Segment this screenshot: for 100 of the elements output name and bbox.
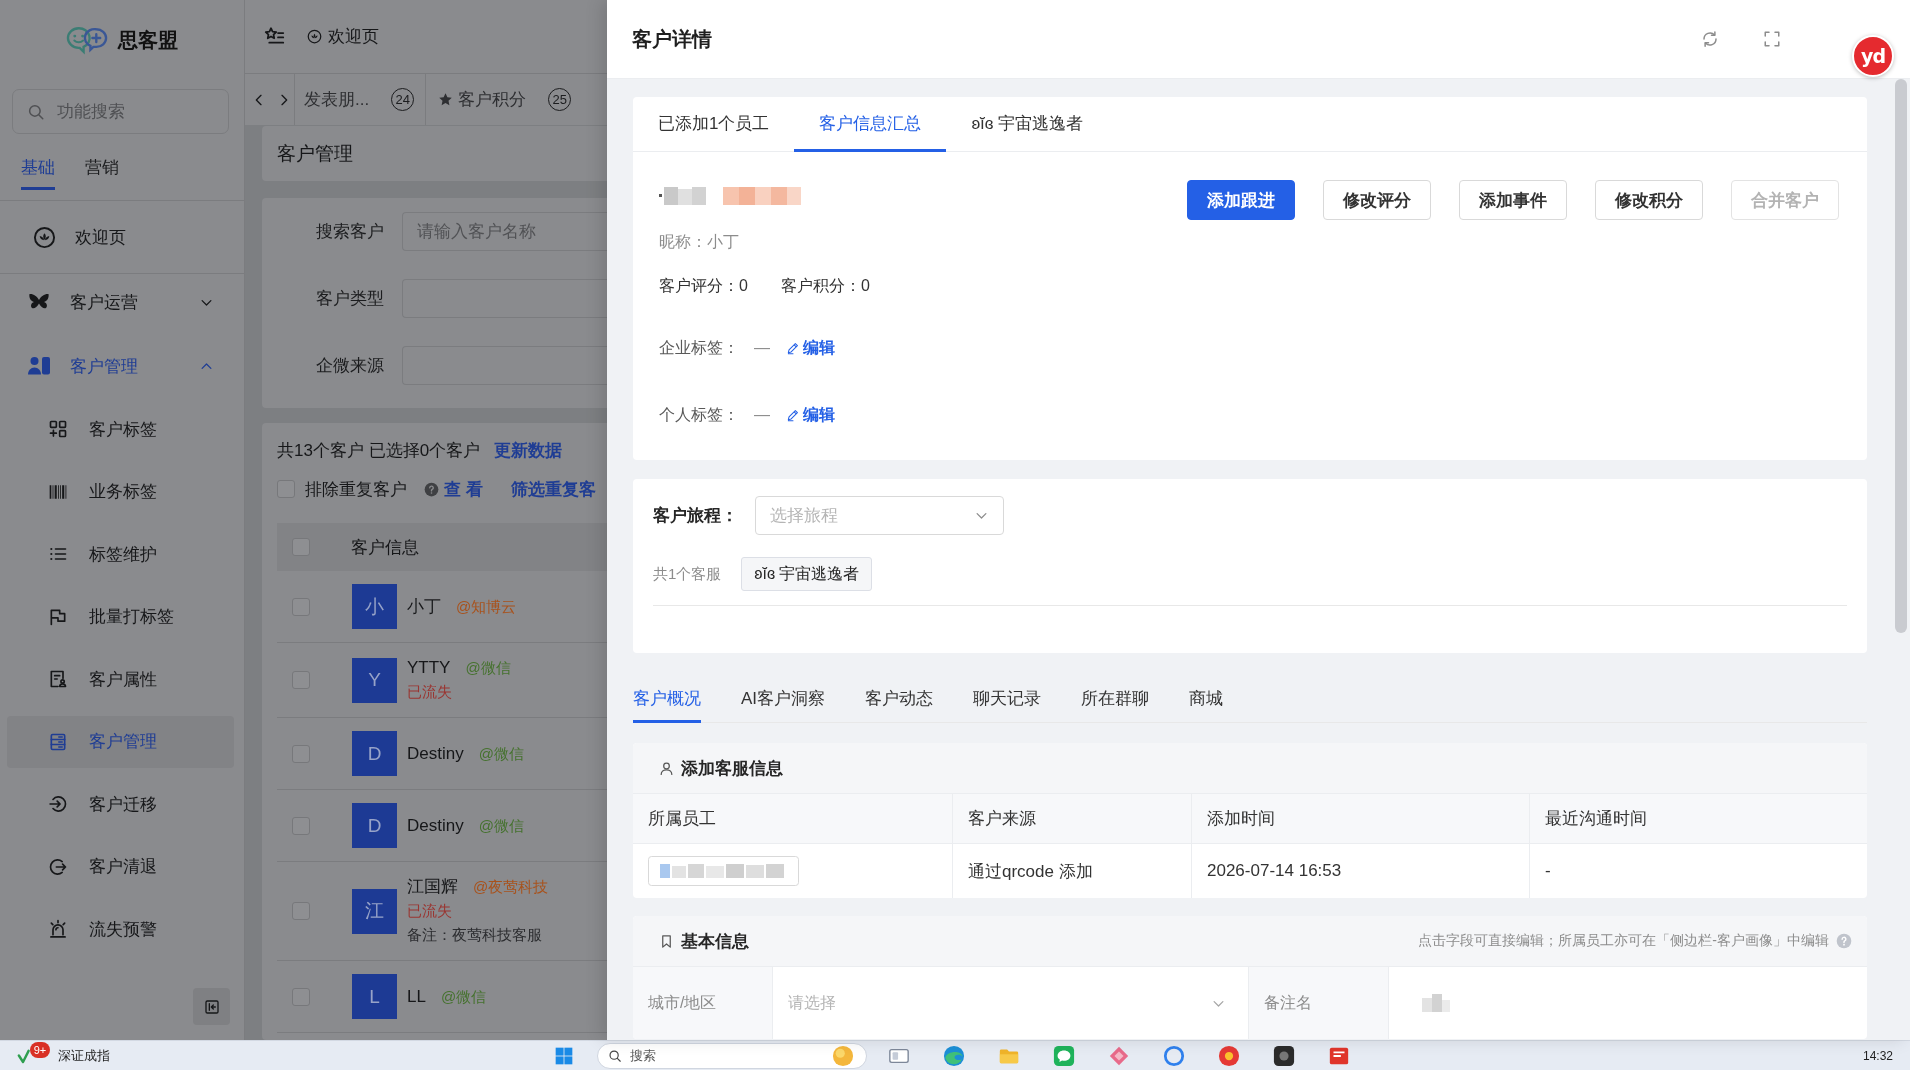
- star-icon: [438, 92, 454, 107]
- app-icon[interactable]: [1273, 1044, 1295, 1067]
- sidebar-tab[interactable]: 基础: [21, 156, 55, 190]
- menu-item[interactable]: 客户标签: [7, 403, 234, 456]
- table-cell: 通过qrcode 添加: [953, 844, 1192, 898]
- sidebar-tab[interactable]: 营销: [85, 156, 119, 190]
- fullscreen-icon[interactable]: [1763, 30, 1781, 48]
- customer-name: YTTY: [407, 657, 451, 679]
- collapse-button[interactable]: [193, 988, 230, 1025]
- refresh-icon[interactable]: [1701, 30, 1719, 48]
- tab[interactable]: ʚĭɞ 宇宙逃逸者: [946, 97, 1109, 152]
- bookmark-icon: [659, 933, 674, 949]
- source-tag: @微信: [440, 984, 487, 1009]
- staff-tag[interactable]: ʚĭɞ 宇宙逃逸者: [741, 557, 873, 591]
- page-title: 客户管理: [277, 141, 353, 166]
- edit-link[interactable]: 编辑: [786, 338, 835, 358]
- page-tab[interactable]: 发表朋... 24: [294, 74, 426, 125]
- pencil-icon: [786, 341, 800, 355]
- chat-icon[interactable]: [1053, 1044, 1075, 1067]
- source-tag: @微信: [478, 813, 524, 838]
- empty-value: —: [754, 405, 771, 425]
- page-tab[interactable]: 客户积分 25: [425, 74, 584, 125]
- column-header: 客户信息: [351, 536, 419, 559]
- scrollbar-thumb[interactable]: [1895, 79, 1907, 633]
- lotus-icon: [307, 29, 322, 44]
- star-list-icon[interactable]: [264, 26, 285, 47]
- menu-group[interactable]: 客户管理: [0, 334, 244, 398]
- action-button[interactable]: 添加事件: [1459, 180, 1567, 220]
- tab[interactable]: 客户概况: [633, 676, 701, 723]
- menu-item[interactable]: 欢迎页: [0, 201, 244, 274]
- refresh-link[interactable]: 更新数据: [494, 439, 563, 463]
- avatar: D: [352, 731, 397, 776]
- browser-icon[interactable]: [943, 1044, 965, 1067]
- notification-badge: 9+: [30, 1042, 50, 1058]
- table-cell-text: -: [1544, 860, 1552, 882]
- windows-icon[interactable]: [554, 1045, 574, 1066]
- avatar: D: [352, 803, 397, 848]
- source-tag: @夜莺科技: [473, 875, 549, 899]
- customer-name: LL: [407, 985, 426, 1008]
- taskbar-search[interactable]: 搜索: [597, 1042, 867, 1069]
- source-tag: @知博云: [456, 594, 517, 619]
- column-header: 所属员工: [633, 794, 953, 844]
- action-button[interactable]: 修改评分: [1323, 180, 1431, 220]
- input-field[interactable]: [402, 346, 607, 385]
- field-label: 城市/地区: [633, 967, 773, 1039]
- field-label: 企业标签：: [659, 338, 740, 358]
- input-field[interactable]: [402, 279, 607, 318]
- avatar: Y: [352, 657, 397, 703]
- column-header: 客户来源: [953, 794, 1192, 844]
- exit-arrow-icon: [48, 856, 68, 877]
- table-cell: 2026-07-14 16:53: [1192, 844, 1530, 898]
- menu-item[interactable]: 客户迁移: [7, 778, 234, 831]
- collapse-icon: [203, 998, 220, 1015]
- lotus-icon: [33, 225, 56, 249]
- clock: 14:32: [1862, 1048, 1894, 1063]
- tab[interactable]: 聊天记录: [973, 676, 1042, 723]
- action-button[interactable]: 修改积分: [1595, 180, 1703, 220]
- score-text: 客户评分：0: [659, 276, 748, 296]
- menu-item[interactable]: 客户属性: [7, 653, 234, 706]
- filter-label: 客户类型: [315, 288, 385, 310]
- action-button[interactable]: 添加跟进: [1187, 180, 1295, 220]
- action-link[interactable]: 筛选重复客: [510, 477, 596, 501]
- help-icon: [1836, 933, 1852, 949]
- logo-icon: [66, 25, 109, 55]
- tab[interactable]: 客户信息汇总: [794, 97, 947, 152]
- status-text: 已流失: [407, 901, 452, 921]
- field-label: 个人标签：: [659, 405, 740, 425]
- status-text: 已流失: [407, 682, 452, 702]
- avatar: 江: [352, 888, 397, 934]
- tab[interactable]: 客户动态: [865, 676, 934, 723]
- tab[interactable]: AI客户洞察: [741, 676, 826, 723]
- customer-count-text: 共13个客户 已选择0个客户: [277, 440, 481, 462]
- action-link[interactable]: 查 看: [444, 477, 483, 501]
- blurred-value-drawing: [1422, 994, 1450, 1012]
- tab[interactable]: 商城: [1189, 676, 1224, 723]
- field-label: 客户旅程：: [653, 505, 738, 527]
- avatar: L: [352, 974, 397, 1019]
- menu-item[interactable]: 业务标签: [7, 465, 234, 518]
- menu-item[interactable]: 流失预警: [7, 903, 234, 956]
- tab[interactable]: 所在群聊: [1081, 676, 1150, 723]
- users-icon: [27, 354, 51, 378]
- menu-item[interactable]: 批量打标签: [7, 590, 234, 643]
- source-tag: @微信: [465, 656, 511, 680]
- arrow-circle-icon: [48, 794, 68, 815]
- filter-label: 企微来源: [315, 355, 385, 377]
- tab[interactable]: 已添加1个员工: [633, 97, 795, 152]
- section-title: 基本信息: [681, 930, 749, 953]
- score-text: 客户积分：0: [780, 276, 870, 296]
- alarm-light-icon: [48, 919, 68, 940]
- edit-link[interactable]: 编辑: [786, 405, 835, 425]
- empty-value: —: [754, 338, 771, 358]
- file-lines-icon: [48, 731, 68, 752]
- menu-item[interactable]: 标签维护: [7, 528, 234, 581]
- home-tab[interactable]: 欢迎页: [307, 25, 379, 48]
- search-icon: [27, 102, 45, 121]
- grid-plus-icon: [48, 419, 68, 440]
- field-label: 备注名: [1249, 967, 1389, 1039]
- menu-item[interactable]: 客户清退: [7, 840, 234, 893]
- menu-item[interactable]: 客户管理: [7, 715, 234, 768]
- customer-name: Destiny: [407, 742, 464, 765]
